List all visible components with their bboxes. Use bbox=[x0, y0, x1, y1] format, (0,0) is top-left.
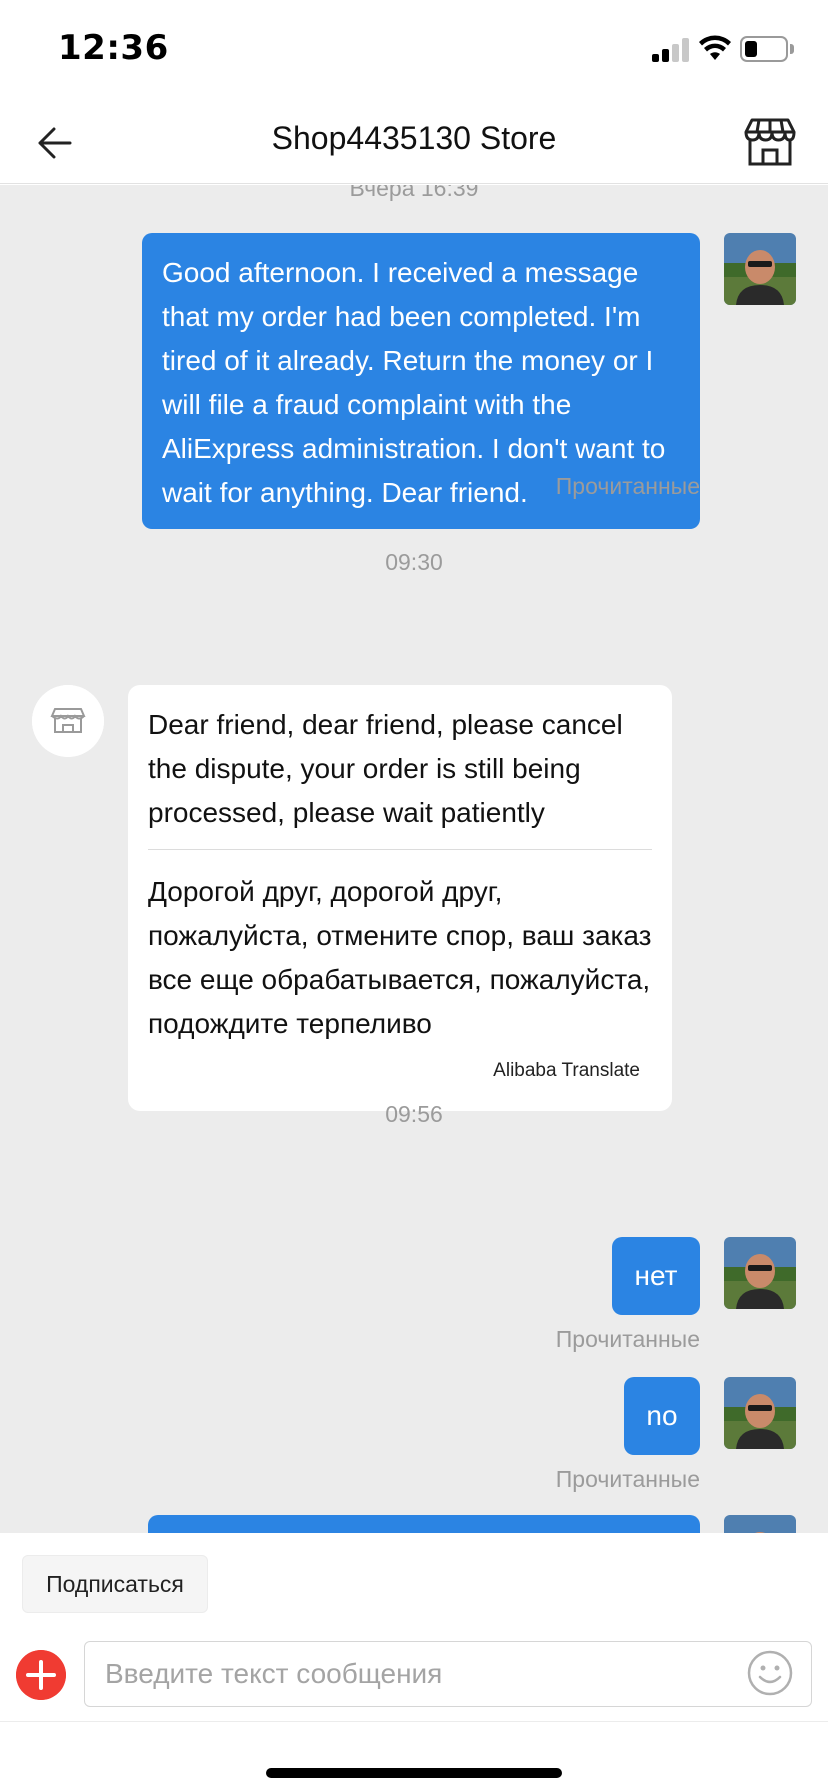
user-photo-icon bbox=[724, 1377, 796, 1449]
user-avatar[interactable] bbox=[724, 1377, 796, 1449]
timestamp: 09:30 bbox=[385, 549, 443, 575]
store-icon[interactable] bbox=[742, 114, 798, 170]
outgoing-message-bubble[interactable]: нет bbox=[612, 1237, 700, 1315]
user-photo-icon bbox=[724, 1515, 796, 1533]
message-text: no bbox=[646, 1400, 678, 1431]
input-area: Подписаться bbox=[0, 1533, 828, 1792]
read-status: Прочитанные bbox=[555, 1466, 700, 1492]
page-title: Shop4435130 Store bbox=[271, 120, 557, 156]
emoji-icon[interactable] bbox=[746, 1649, 794, 1697]
subscribe-button[interactable]: Подписаться bbox=[22, 1555, 208, 1613]
user-photo-icon bbox=[724, 233, 796, 305]
signal-icon bbox=[652, 38, 690, 62]
message-input[interactable] bbox=[84, 1641, 812, 1707]
translation-divider bbox=[148, 849, 652, 850]
read-status: Прочитанные bbox=[555, 1326, 700, 1352]
user-avatar[interactable] bbox=[724, 233, 796, 305]
bottom-divider bbox=[0, 1721, 828, 1722]
outgoing-message-bubble[interactable]: no bbox=[624, 1377, 700, 1455]
translator-label: Alibaba Translate bbox=[493, 1060, 640, 1081]
status-bar: 12:36 bbox=[0, 0, 828, 100]
nav-bar: Shop4435130 Store bbox=[0, 100, 828, 184]
shop-avatar-icon bbox=[32, 685, 104, 757]
timestamp: 09:56 bbox=[385, 1101, 443, 1127]
user-avatar[interactable] bbox=[724, 1237, 796, 1309]
timestamp: Вчера 16:39 bbox=[349, 185, 479, 201]
chat-screen: 12:36 Shop4435130 Store Вчера 16:39 Good… bbox=[0, 0, 828, 1792]
user-photo-icon bbox=[724, 1237, 796, 1309]
user-avatar-partial[interactable] bbox=[724, 1515, 796, 1533]
plus-icon[interactable] bbox=[16, 1650, 66, 1700]
battery-tip bbox=[790, 44, 794, 54]
read-status: Прочитанные bbox=[555, 473, 700, 499]
status-time: 12:36 bbox=[58, 28, 169, 68]
incoming-message-bubble[interactable]: Dear friend, dear friend, please cancel … bbox=[128, 685, 672, 1111]
home-indicator bbox=[266, 1768, 562, 1778]
wifi-icon bbox=[699, 35, 731, 60]
battery-icon bbox=[740, 36, 788, 62]
outgoing-message-bubble-partial[interactable] bbox=[148, 1515, 700, 1533]
chat-area[interactable]: Вчера 16:39 Good afternoon. I received a… bbox=[0, 185, 828, 1533]
message-translation-text: Дорогой друг, дорогой друг, пожалуйста, … bbox=[148, 876, 652, 1039]
message-original-text: Dear friend, dear friend, please cancel … bbox=[148, 709, 623, 828]
message-text: нет bbox=[634, 1260, 678, 1291]
